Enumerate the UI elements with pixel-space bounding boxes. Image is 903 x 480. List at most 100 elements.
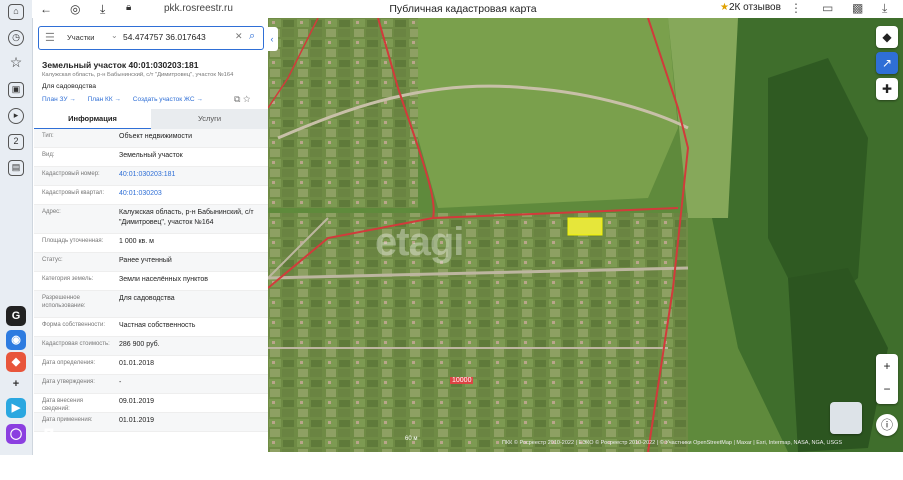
locate-button[interactable]: ✚ [876,78,898,100]
info-row-key: Дата утверждения: [42,379,95,385]
reviews-badge[interactable]: ★2К отзывов [720,2,781,13]
info-row: Вид: Земельный участок [34,148,268,167]
info-row-key: Категория земель: [42,276,94,282]
info-row-value: 09.01.2019 [119,398,155,405]
info-row: Дата определения: 01.01.2018 [34,356,268,375]
info-row-key: Адрес: [42,209,61,215]
app-icon-mail[interactable]: ◆ [6,352,26,372]
info-row: Дата утверждения: - [34,375,268,394]
home-icon[interactable]: ⌂ [8,4,24,20]
info-row: Кадастровый номер: 40:01:030203:181 [34,167,268,186]
info-row: Кадастровый квартал: 40:01:030203 [34,186,268,205]
tabs-icon[interactable]: ◎ [70,2,80,16]
info-row-value: Земельный участок [119,152,183,159]
parcel-address: Калужская область, р-н Бабынинский, с/т … [42,72,234,78]
back-icon[interactable]: ← [40,2,52,16]
search-bar[interactable]: ☰ Участки ⌄ 54.474757 36.017643 ✕ ⌕ [38,26,264,50]
app-icon-gpt[interactable]: G [6,306,26,326]
media-icon[interactable]: ▸ [8,108,24,124]
map-attribution: ПКК © Росреестр 2010-2022 | ЕЭКО © Росре… [502,440,843,446]
info-row-key: Дата определения: [42,360,96,366]
battery-icon: ▭ [822,1,834,15]
bookmarks-icon[interactable]: ☆ [8,55,24,72]
info-row: Форма собственности: Частная собственност… [34,318,268,337]
info-row: Разрешенное использование: Для садоводств… [34,291,268,318]
lock-icon: 🔒︎ [126,2,132,13]
panel-tabs: Информация Услуги [34,109,268,129]
info-row-value[interactable]: 40:01:030203 [119,189,264,199]
info-row-key: Статус: [42,257,63,263]
hamburger-icon[interactable]: ☰ [45,31,55,44]
basemap-thumbnail[interactable] [830,402,862,434]
info-row: Тип: Объект недвижимости [34,129,268,148]
history-icon[interactable]: ◷ [8,30,24,46]
download-page-icon[interactable]: ⤓ [100,2,105,17]
info-row-key: Тип: [42,133,54,139]
plan-kk-link[interactable]: План КК → [88,96,121,103]
collections-icon[interactable]: ▣ [8,82,24,98]
collapse-panel-button[interactable]: ‹ [266,27,278,51]
plot-number-label: 10000 [450,377,474,384]
favorite-icon[interactable]: ☆ [243,94,250,104]
info-row: Статус: Ранее учтенный [34,253,268,272]
info-row-key: Форма собственности: [42,322,106,328]
map-scale: 60 м [405,436,418,442]
clear-icon[interactable]: ✕ [235,31,243,42]
info-row: Кадастровая стоимость: 286 900 руб. [34,337,268,356]
tab-info[interactable]: Информация [34,109,151,129]
info-row-value: Для садоводства [119,295,175,302]
browser-sidebar: ⌂ ◷ ☆ ▣ ▸ 2 ▤ G ◉ ◆ + ▶ ◯ [0,0,33,455]
info-row-key: Кадастровая стоимость: [42,341,110,347]
parcel-heading: Земельный участок 40:01:030203:181 [42,60,199,70]
info-row-value: 1 000 кв. м [119,238,154,245]
create-parcel-link[interactable]: Создать участок ЖС → [133,96,203,103]
menu-dots-icon[interactable]: ⋮ [790,1,802,15]
search-icon[interactable]: ⌕ [249,30,255,43]
messenger-icon[interactable]: ▶ [6,398,26,418]
copy-icon[interactable]: ⧉ [234,94,240,104]
browser-toolbar: ← ◎ ⤓ 🔒︎ pkk.rosreestr.ru Публичная када… [32,0,903,18]
download-icon[interactable]: ⤓ [882,1,887,16]
page-title: Публичная кадастровая карта [389,3,537,15]
cadastral-map[interactable]: ◆ ↗ ✚ + − ⓘ [268,18,903,452]
star-icon: ★ [720,2,729,13]
info-table: Тип: Объект недвижимости Вид: Земельный уча… [34,129,268,432]
info-row-value: Частная собственность [119,322,196,329]
info-row: Дата внесения сведений: 09.01.2019 [34,394,268,413]
info-row-value: - [119,379,122,386]
info-row-value: Ранее учтенный [119,257,172,264]
search-input[interactable]: 54.474757 36.017643 [123,32,206,42]
info-row: Адрес: Калужская область, р-н Бабынинский… [34,205,268,234]
zoom-in-button[interactable]: + [876,354,898,379]
address-bar[interactable]: pkk.rosreestr.ru [164,3,233,14]
measure-button[interactable]: ↗ [876,52,898,74]
add-app-icon[interactable]: + [6,374,26,394]
reader-icon[interactable]: ▩ [852,1,863,15]
info-row-key: Дата внесения сведений: [42,398,84,412]
parcel-links: План ЗУ → План КК → Создать участок ЖС → [42,96,213,103]
etagi-watermark: etagi [375,220,464,264]
layers-button[interactable]: ◆ [876,26,898,48]
info-row-key: Разрешенное использование: [42,295,86,309]
panel-actions: ⧉ ☆ [234,94,250,105]
plan-zu-link[interactable]: План ЗУ → [42,96,76,103]
info-row-value: Земли населённых пунктов [119,276,209,283]
parcel-purpose: Для садоводства [42,83,97,90]
search-type-select[interactable]: Участки [67,33,95,42]
info-row-key: Дата применения: [42,417,93,423]
info-row-key: Кадастровый квартал: [42,190,105,196]
info-row: Категория земель: Земли населённых пункто… [34,272,268,291]
info-button[interactable]: ⓘ [876,414,898,436]
assistant-icon[interactable]: ◯ [6,424,26,444]
info-row-key: Площадь уточненная: [42,238,104,244]
chevron-down-icon[interactable]: ⌄ [111,31,118,40]
info-panel: ☰ Участки ⌄ 54.474757 36.017643 ✕ ⌕ Земе… [34,20,268,452]
info-row-value: Объект недвижимости [119,133,193,140]
screens-icon[interactable]: ▤ [8,160,24,176]
app-icon-alice[interactable]: ◉ [6,330,26,350]
info-row-key: Вид: [42,152,55,158]
zoom-out-button[interactable]: − [876,379,898,404]
info-row-value[interactable]: 40:01:030203:181 [119,170,264,180]
tabs-count-icon[interactable]: 2 [8,134,24,150]
tab-services[interactable]: Услуги [151,109,268,129]
